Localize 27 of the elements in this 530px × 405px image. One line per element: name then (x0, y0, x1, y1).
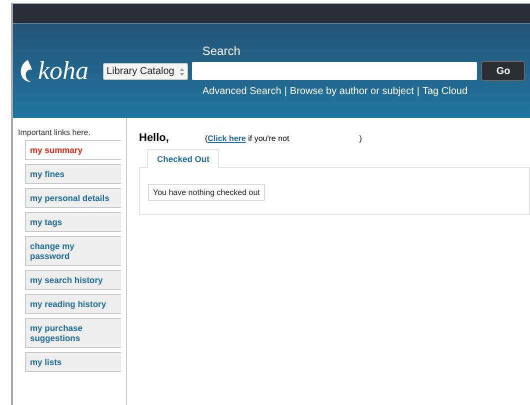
click-here-link[interactable]: Click here (208, 134, 246, 143)
tab[interactable]: Checked Out (147, 149, 220, 168)
caret-icon (180, 68, 184, 76)
search-field[interactable] (192, 62, 478, 80)
header-link[interactable]: Browse by author or subject (290, 86, 414, 97)
go-button[interactable]: Go (481, 61, 526, 81)
header-link[interactable]: Advanced Search (202, 86, 282, 97)
sidebar-item[interactable]: my personal details (25, 188, 121, 208)
sidebar-item[interactable]: my purchase suggestions (25, 318, 121, 348)
sidebar-item[interactable]: my tags (25, 212, 121, 232)
sidebar-item[interactable]: my fines (25, 164, 121, 184)
separator: | (416, 86, 420, 97)
scope-select[interactable]: Library Catalog (102, 63, 188, 80)
search-label: Search (202, 44, 242, 60)
koha-logo[interactable]: koha (19, 56, 89, 86)
sidebar-item[interactable]: my search history (25, 270, 121, 290)
separator: | (284, 86, 287, 97)
logo-text: koha (38, 56, 89, 86)
sidebar-item[interactable]: my reading history (25, 294, 121, 314)
empty-message: You have nothing checked out (148, 184, 265, 201)
sidebar-item[interactable]: change my password (25, 236, 121, 266)
header-link[interactable]: Tag Cloud (422, 86, 468, 97)
sidebar-item[interactable]: my lists (25, 352, 121, 372)
sidebar-item[interactable]: my summary (25, 140, 121, 160)
sidebar-note: Important links here. (18, 128, 92, 137)
greeting: Hello, (139, 132, 169, 144)
not-you-note: (Click here if you're not ) (204, 134, 362, 143)
